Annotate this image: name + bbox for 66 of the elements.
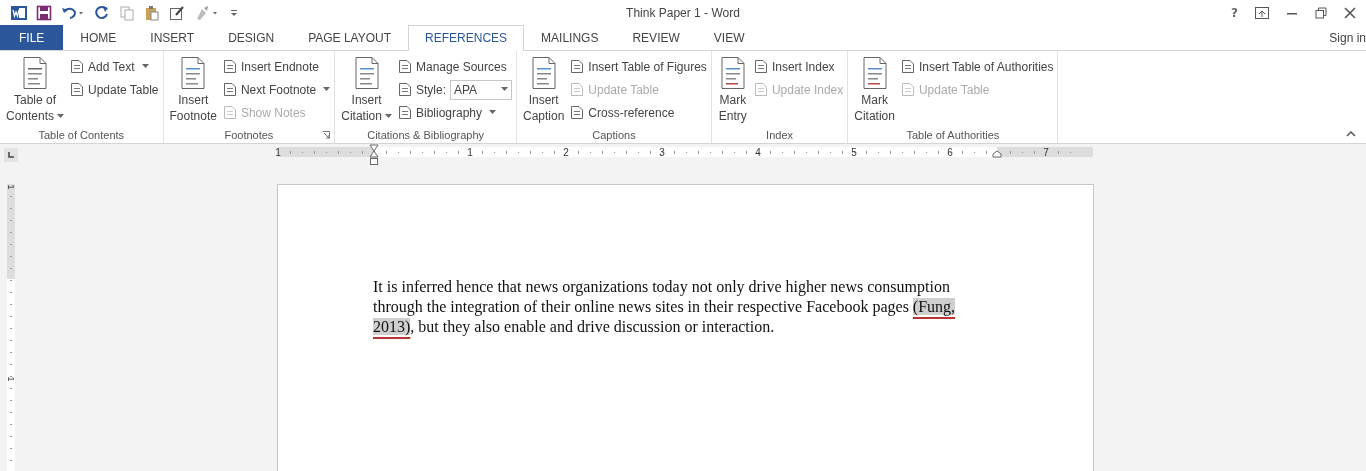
ribbon-tab[interactable]: VIEW [696,25,762,50]
caret-icon [501,87,508,92]
ribbon-button[interactable]: Cross-reference [570,102,707,123]
document-icon [222,82,237,97]
ribbon-button[interactable]: Insert Table of Figures [570,56,707,77]
ribbon-button[interactable]: Manage Sources [397,56,512,77]
ribbon-tab[interactable]: INSERT [133,25,212,50]
ribbon-large-button[interactable]: Mark Citation [852,54,897,127]
dialog-launcher-icon[interactable] [322,131,331,139]
ribbon-large-button[interactable]: Insert Caption [521,54,567,127]
save-icon[interactable] [36,4,52,21]
redo-icon[interactable] [94,4,110,21]
group-label: Table of Contents [38,129,125,141]
tab-selector-icon[interactable] [4,148,18,162]
sign-in-link[interactable]: Sign in [1329,30,1366,45]
style-dropdown[interactable]: APA [450,79,512,100]
document-icon [397,82,412,97]
ribbon-display-icon[interactable] [1255,6,1269,19]
ribbon-button[interactable]: Insert Table of Authorities [900,56,1054,77]
close-icon[interactable] [1344,6,1356,19]
group-label: Index [766,129,794,141]
document-icon [570,59,585,74]
document-icon [222,59,237,74]
ribbon-button[interactable]: Style: APA [397,79,512,100]
collapse-ribbon-icon[interactable] [1346,130,1356,137]
document-icon [570,82,585,97]
ribbon-tab[interactable]: FILE [0,25,64,50]
ribbon-tab[interactable]: PAGE LAYOUT [291,25,409,50]
ribbon-button[interactable]: Next Footnote [222,79,331,100]
ribbon-large-button[interactable]: Mark Entry [715,54,750,127]
group-label: Footnotes [224,129,274,141]
edit-document-icon[interactable] [169,4,185,21]
help-button[interactable]: ? [1231,5,1238,20]
ribbon-tab[interactable]: MAILINGS [524,25,616,50]
restore-icon[interactable] [1315,6,1327,19]
ribbon-tab[interactable]: HOME [63,25,134,50]
group-label: Citations & Bibliography [367,129,485,141]
ribbon-button[interactable]: Update Table [70,79,159,100]
ribbon-large-button[interactable]: Table of Contents [4,54,67,127]
group-label: Table of Authorities [906,129,1000,141]
window-title: Think Paper 1 - Word [625,5,741,20]
document-icon [397,59,412,74]
ribbon-button[interactable]: Insert Index [753,56,844,77]
ribbon-large-button[interactable]: Insert Footnote [167,54,219,127]
ribbon-large-button[interactable]: Insert Citation [339,54,394,127]
word-logo-icon [11,4,27,21]
document-icon [900,82,915,97]
document-icon [70,82,85,97]
ribbon-button[interactable]: Add Text [70,56,159,77]
ribbon-button[interactable]: Bibliography [397,102,512,123]
document-icon [222,105,237,120]
document-icon [900,59,915,74]
group-label: Captions [592,129,636,141]
ribbon-tab[interactable]: DESIGN [211,25,292,50]
ribbon-tab[interactable]: REFERENCES [408,25,525,51]
ribbon-button[interactable]: Insert Endnote [222,56,331,77]
vertical-ruler: 1 1 [6,184,16,471]
document-icon [397,105,412,120]
ribbon-tab[interactable]: REVIEW [615,25,697,50]
document-icon [20,56,50,90]
horizontal-ruler[interactable]: 1 1 2 3 4 5 6 7 [272,144,1099,166]
document-icon [753,82,768,97]
document-icon [753,59,768,74]
document-icon [570,105,585,120]
paste-icon[interactable] [144,4,160,21]
document-icon [70,59,85,74]
